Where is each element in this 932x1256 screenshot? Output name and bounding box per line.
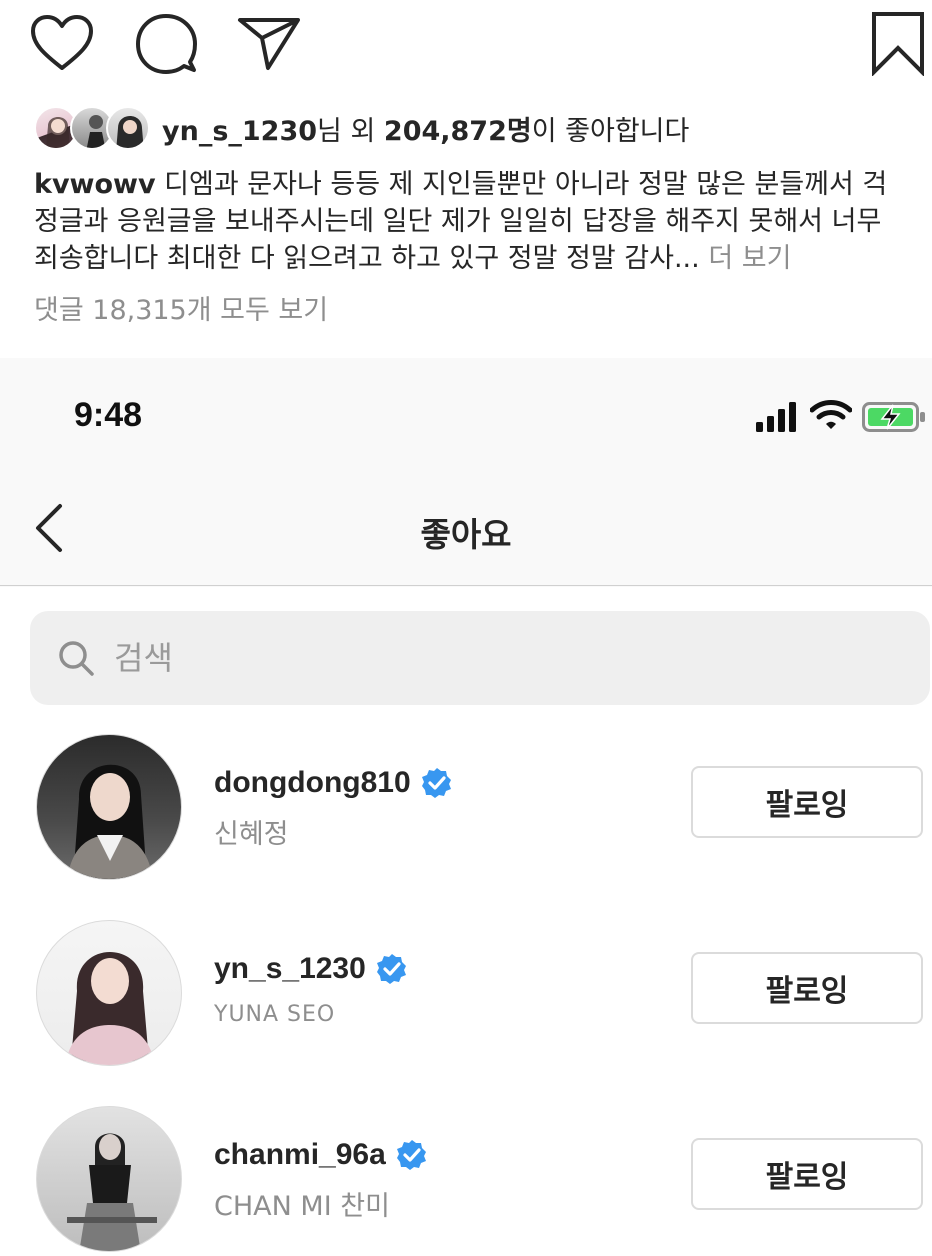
list-item[interactable]: chanmi_96a CHAN MI 찬미 팔로잉 — [0, 1106, 932, 1256]
caption-username[interactable]: kvwowv — [34, 169, 156, 200]
avatar[interactable] — [36, 1106, 182, 1252]
bookmark-icon[interactable] — [870, 10, 926, 76]
comment-icon[interactable] — [134, 12, 198, 74]
list-item[interactable]: yn_s_1230 YUNA SEO 팔로잉 — [0, 920, 932, 1070]
nav-bar: 좋아요 — [0, 470, 932, 586]
search-icon — [59, 641, 94, 676]
likes-suffix: 이 좋아합니다 — [531, 115, 690, 147]
likes-screen: 9:48 좋아요 검색 dongdong810 신혜정 팔로잉 yn_s_123… — [0, 358, 932, 1255]
cellular-signal-icon — [756, 402, 796, 432]
verified-badge-icon — [396, 1140, 426, 1170]
wifi-icon — [810, 400, 852, 429]
post-caption: kvwowv 디엠과 문자나 등등 제 지인들뿐만 아니라 정말 많은 분들께서… — [34, 166, 908, 277]
post-action-bar — [0, 0, 932, 90]
liker-full-name: 신혜정 — [214, 819, 289, 850]
more-link[interactable]: 더 보기 — [700, 243, 791, 274]
likes-text: yn_s_1230님 외 204,872명이 좋아합니다 — [162, 109, 689, 148]
liker-full-name: YUNA SEO — [214, 1002, 336, 1027]
username-text[interactable]: yn_s_1230 — [214, 952, 366, 986]
avatar[interactable] — [36, 920, 182, 1066]
liker-username[interactable]: chanmi_96a — [214, 1138, 428, 1172]
list-item[interactable]: dongdong810 신혜정 팔로잉 — [0, 734, 932, 884]
heart-icon[interactable] — [30, 14, 94, 72]
avatar — [106, 106, 150, 150]
status-time: 9:48 — [74, 396, 143, 434]
likes-username[interactable]: yn_s_1230 — [162, 116, 317, 147]
send-icon[interactable] — [236, 12, 302, 72]
post-footer: yn_s_1230님 외 204,872명이 좋아합니다 kvwowv 디엠과 … — [0, 0, 932, 358]
status-bar: 9:48 — [0, 358, 932, 470]
verified-badge-icon — [376, 954, 406, 984]
following-button[interactable]: 팔로잉 — [691, 766, 923, 838]
following-button[interactable]: 팔로잉 — [691, 1138, 923, 1210]
battery-charging-icon — [862, 402, 925, 432]
likes-count[interactable]: 204,872명 — [384, 116, 532, 147]
view-comments-link[interactable]: 댓글 18,315개 모두 보기 — [34, 288, 328, 327]
likes-suffix: 님 외 — [317, 115, 384, 147]
search-input[interactable] — [114, 639, 874, 677]
search-bar[interactable] — [30, 611, 930, 705]
username-text[interactable]: chanmi_96a — [214, 1138, 386, 1172]
liker-full-name: CHAN MI 찬미 — [214, 1191, 390, 1222]
liker-username[interactable]: dongdong810 — [214, 766, 453, 800]
username-text[interactable]: dongdong810 — [214, 766, 411, 800]
following-button[interactable]: 팔로잉 — [691, 952, 923, 1024]
likers-list: dongdong810 신혜정 팔로잉 yn_s_1230 — [0, 587, 932, 1255]
liker-avatar-stack — [34, 104, 152, 152]
page-title: 좋아요 — [420, 515, 512, 554]
liker-username[interactable]: yn_s_1230 — [214, 952, 408, 986]
likes-summary[interactable]: yn_s_1230님 외 204,872명이 좋아합니다 — [34, 104, 914, 152]
avatar[interactable] — [36, 734, 182, 880]
verified-badge-icon — [421, 768, 451, 798]
